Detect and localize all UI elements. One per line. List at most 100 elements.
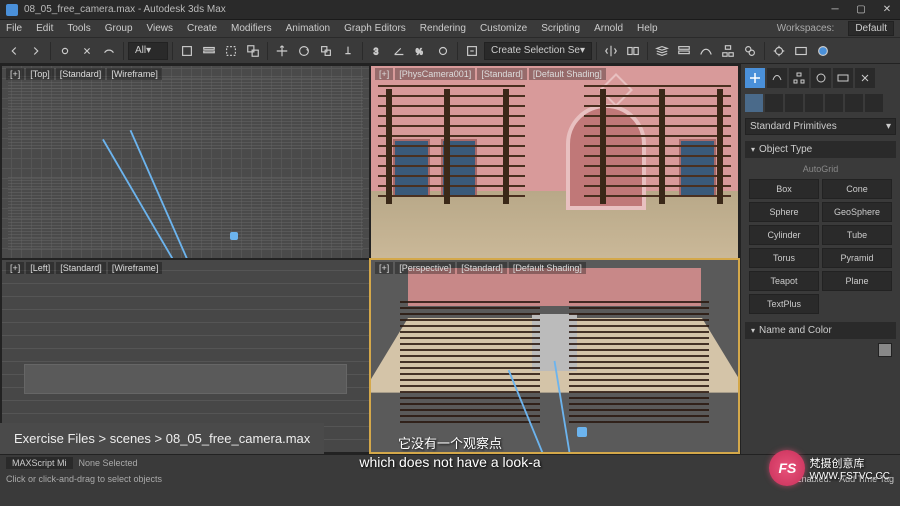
- object-type-rollout[interactable]: Object Type: [745, 141, 896, 158]
- layer-explorer-button[interactable]: [652, 41, 672, 61]
- menu-create[interactable]: Create: [187, 23, 217, 34]
- vp-mode[interactable]: [Default Shading]: [509, 262, 586, 274]
- lights-category[interactable]: [785, 94, 803, 112]
- render-button[interactable]: [813, 41, 833, 61]
- bind-button[interactable]: [99, 41, 119, 61]
- autogrid-checkbox[interactable]: AutoGrid: [749, 162, 892, 176]
- torus-button[interactable]: Torus: [749, 248, 819, 268]
- cameras-category[interactable]: [805, 94, 823, 112]
- menu-customize[interactable]: Customize: [480, 23, 527, 34]
- move-button[interactable]: [272, 41, 292, 61]
- menu-help[interactable]: Help: [637, 23, 658, 34]
- vp-name[interactable]: [PhysCamera001]: [395, 68, 475, 80]
- undo-button[interactable]: [4, 41, 24, 61]
- cylinder-button[interactable]: Cylinder: [749, 225, 819, 245]
- shapes-category[interactable]: [765, 94, 783, 112]
- vp-shade[interactable]: [Standard]: [457, 262, 507, 274]
- workspace-dropdown[interactable]: Default: [848, 21, 894, 36]
- vp-name[interactable]: [Perspective]: [395, 262, 455, 274]
- maxscript-listener[interactable]: MAXScript Mi: [6, 457, 73, 469]
- named-selection-dropdown[interactable]: Create Selection Se ▾: [484, 42, 592, 60]
- menu-views[interactable]: Views: [147, 23, 174, 34]
- menu-scripting[interactable]: Scripting: [541, 23, 580, 34]
- motion-tab[interactable]: [811, 68, 831, 88]
- placement-button[interactable]: [338, 41, 358, 61]
- modify-tab[interactable]: [767, 68, 787, 88]
- vp-menu-icon[interactable]: [+]: [375, 68, 393, 80]
- vp-shade[interactable]: [Standard]: [477, 68, 527, 80]
- edit-named-button[interactable]: [462, 41, 482, 61]
- viewport-top[interactable]: [+] [Top] [Standard] [Wireframe]: [2, 66, 369, 258]
- app-icon: [6, 4, 18, 16]
- vp-menu-icon[interactable]: [+]: [6, 262, 24, 274]
- vp-shade[interactable]: [Standard]: [56, 262, 106, 274]
- vp-mode[interactable]: [Default Shading]: [529, 68, 606, 80]
- systems-category[interactable]: [865, 94, 883, 112]
- viewport-camera[interactable]: [+] [PhysCamera001] [Standard] [Default …: [371, 66, 738, 258]
- menu-edit[interactable]: Edit: [36, 23, 53, 34]
- tube-button[interactable]: Tube: [822, 225, 892, 245]
- vp-name[interactable]: [Left]: [26, 262, 54, 274]
- maximize-button[interactable]: ▢: [854, 3, 868, 17]
- render-setup-button[interactable]: [769, 41, 789, 61]
- curve-editor-button[interactable]: [696, 41, 716, 61]
- percent-snap-button[interactable]: %: [411, 41, 431, 61]
- display-tab[interactable]: [833, 68, 853, 88]
- link-button[interactable]: [55, 41, 75, 61]
- hierarchy-tab[interactable]: [789, 68, 809, 88]
- redo-button[interactable]: [26, 41, 46, 61]
- geosphere-button[interactable]: GeoSphere: [822, 202, 892, 222]
- menu-file[interactable]: File: [6, 23, 22, 34]
- sphere-button[interactable]: Sphere: [749, 202, 819, 222]
- select-button[interactable]: [177, 41, 197, 61]
- utilities-tab[interactable]: [855, 68, 875, 88]
- subtitle-overlay: 它没有一个观察点 which does not have a look-a: [359, 433, 540, 470]
- toggle-ribbon-button[interactable]: [674, 41, 694, 61]
- menu-tools[interactable]: Tools: [67, 23, 90, 34]
- viewport-perspective[interactable]: [+] [Perspective] [Standard] [Default Sh…: [371, 260, 738, 452]
- textplus-button[interactable]: TextPlus: [749, 294, 819, 314]
- selection-filter-dropdown[interactable]: All ▾: [128, 42, 168, 60]
- vp-menu-icon[interactable]: [+]: [6, 68, 24, 80]
- select-region-button[interactable]: [221, 41, 241, 61]
- scale-button[interactable]: [316, 41, 336, 61]
- cone-button[interactable]: Cone: [822, 179, 892, 199]
- box-button[interactable]: Box: [749, 179, 819, 199]
- schematic-view-button[interactable]: [718, 41, 738, 61]
- helpers-category[interactable]: [825, 94, 843, 112]
- menu-modifiers[interactable]: Modifiers: [231, 23, 272, 34]
- spinner-snap-button[interactable]: [433, 41, 453, 61]
- mirror-button[interactable]: [601, 41, 621, 61]
- teapot-button[interactable]: Teapot: [749, 271, 819, 291]
- menu-graph[interactable]: Graph Editors: [344, 23, 406, 34]
- plane-button[interactable]: Plane: [822, 271, 892, 291]
- vp-name[interactable]: [Top]: [26, 68, 54, 80]
- window-crossing-button[interactable]: [243, 41, 263, 61]
- pyramid-button[interactable]: Pyramid: [822, 248, 892, 268]
- object-color-swatch[interactable]: [878, 343, 892, 357]
- spacewarps-category[interactable]: [845, 94, 863, 112]
- unlink-button[interactable]: [77, 41, 97, 61]
- rotate-button[interactable]: [294, 41, 314, 61]
- vp-menu-icon[interactable]: [+]: [375, 262, 393, 274]
- create-tab[interactable]: [745, 68, 765, 88]
- close-button[interactable]: ✕: [880, 3, 894, 17]
- name-color-rollout[interactable]: Name and Color: [745, 322, 896, 339]
- render-frame-button[interactable]: [791, 41, 811, 61]
- camera-gizmo[interactable]: [577, 427, 587, 437]
- vp-shade[interactable]: [Standard]: [56, 68, 106, 80]
- align-button[interactable]: [623, 41, 643, 61]
- menu-animation[interactable]: Animation: [286, 23, 330, 34]
- menu-rendering[interactable]: Rendering: [420, 23, 466, 34]
- menu-arnold[interactable]: Arnold: [594, 23, 623, 34]
- menu-group[interactable]: Group: [105, 23, 133, 34]
- minimize-button[interactable]: ─: [828, 3, 842, 17]
- snap-toggle[interactable]: 3: [367, 41, 387, 61]
- geometry-category[interactable]: [745, 94, 763, 112]
- select-name-button[interactable]: [199, 41, 219, 61]
- vp-mode[interactable]: [Wireframe]: [107, 68, 162, 80]
- material-editor-button[interactable]: [740, 41, 760, 61]
- primitive-dropdown[interactable]: Standard Primitives▾: [745, 118, 896, 135]
- angle-snap-button[interactable]: [389, 41, 409, 61]
- vp-mode[interactable]: [Wireframe]: [108, 262, 163, 274]
